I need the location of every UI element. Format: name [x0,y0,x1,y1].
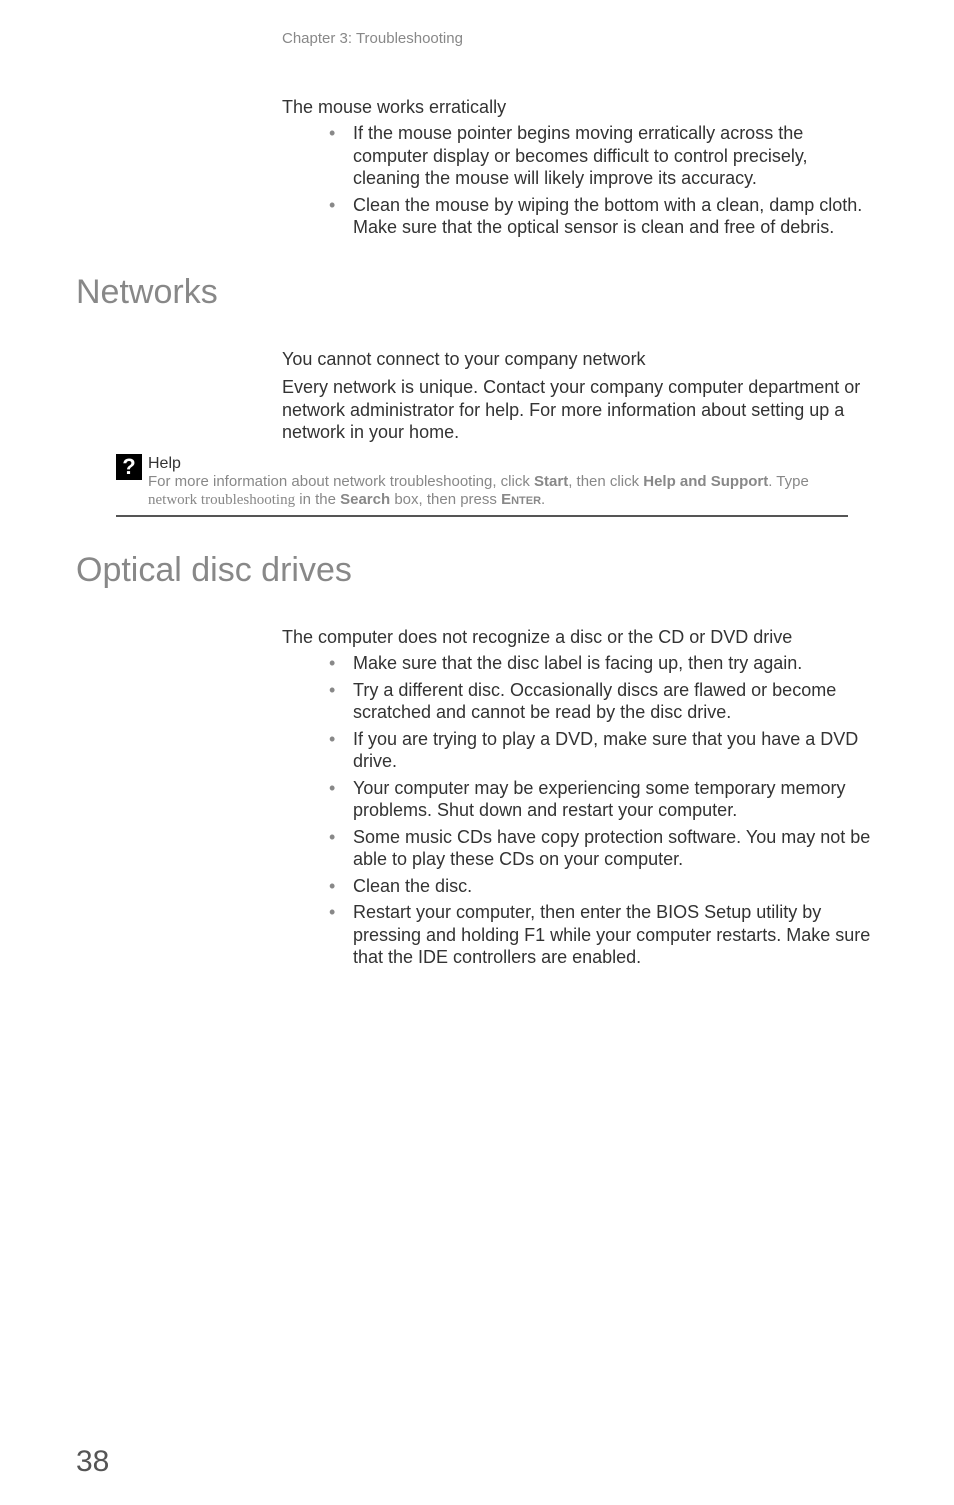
help-enter-key: Enter [501,491,541,508]
help-hns-bold: Help and Support [643,473,768,490]
chapter-header: Chapter 3: Troubleshooting [282,30,878,47]
list-item: Try a different disc. Occasionally discs… [323,679,878,724]
list-item: Restart your computer, then enter the BI… [323,901,878,969]
help-text: For more information about network troub… [148,473,809,508]
help-keyword: network troubleshooting [148,492,295,508]
help-text-frag: box, then press [390,491,501,508]
mouse-section-title: The mouse works erratically [282,97,878,118]
help-start-bold: Start [534,473,568,490]
mouse-bullet-list: If the mouse pointer begins moving errat… [323,122,878,239]
help-text-frag: For more information about network troub… [148,473,534,490]
networks-paragraph: Every network is unique. Contact your co… [282,376,878,444]
help-search-bold: Search [340,491,390,508]
networks-heading: Networks [76,273,878,312]
help-text-frag: in the [295,491,340,508]
optical-subtitle: The computer does not recognize a disc o… [282,626,878,649]
optical-heading: Optical disc drives [76,551,878,590]
help-content: ? Help For more information about networ… [116,454,848,509]
help-label: Help [148,455,181,472]
help-text-frag: , then click [568,473,643,490]
list-item: If the mouse pointer begins moving errat… [323,122,878,190]
help-text-frag: . [541,491,545,508]
help-callout: ? Help For more information about networ… [116,454,848,509]
networks-subtitle: You cannot connect to your company netwo… [282,348,878,371]
list-item: Make sure that the disc label is facing … [323,652,878,675]
list-item: Clean the disc. [323,875,878,898]
help-icon: ? [116,454,142,480]
help-text-wrap: Help For more information about network … [148,454,848,509]
help-text-frag: . Type [768,473,809,490]
list-item: Your computer may be experiencing some t… [323,777,878,822]
list-item: Clean the mouse by wiping the bottom wit… [323,194,878,239]
optical-bullet-list: Make sure that the disc label is facing … [323,652,878,969]
help-divider [116,515,848,517]
list-item: Some music CDs have copy protection soft… [323,826,878,871]
page-number: 38 [76,1445,109,1479]
list-item: If you are trying to play a DVD, make su… [323,728,878,773]
